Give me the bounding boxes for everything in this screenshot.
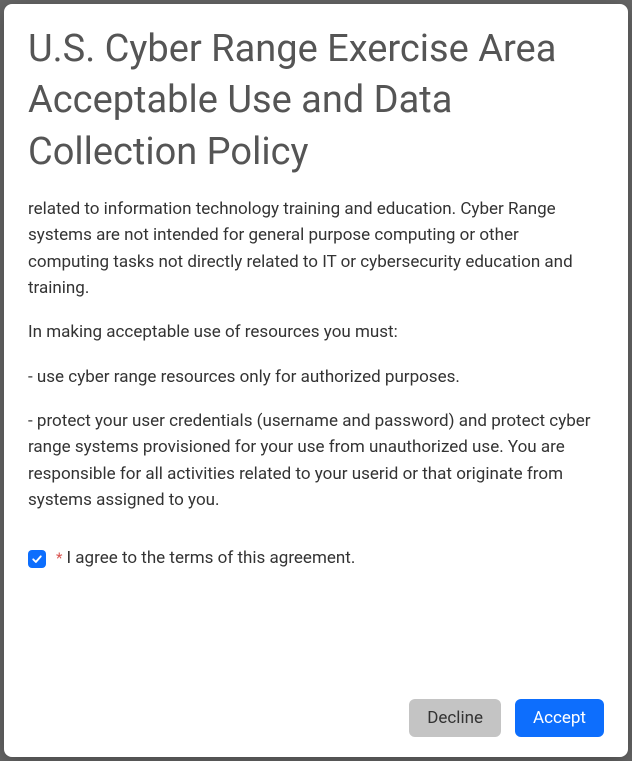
modal-title: U.S. Cyber Range Exercise Area Acceptabl… (28, 24, 604, 178)
accept-button[interactable]: Accept (515, 699, 604, 737)
policy-paragraph: related to information technology traini… (28, 196, 596, 301)
policy-modal: U.S. Cyber Range Exercise Area Acceptabl… (4, 4, 628, 757)
policy-paragraph: - protect your user credentials (usernam… (28, 408, 596, 513)
agreement-row: * I agree to the terms of this agreement… (28, 545, 596, 571)
policy-paragraph: - use cyber range resources only for aut… (28, 364, 596, 390)
required-marker: * (56, 547, 62, 570)
agreement-label: I agree to the terms of this agreement. (66, 545, 355, 571)
modal-body-scroll[interactable]: related to information technology traini… (28, 196, 604, 681)
modal-footer: Decline Accept (28, 699, 604, 737)
agreement-checkbox[interactable] (28, 550, 46, 568)
checkmark-icon (31, 553, 43, 565)
policy-paragraph: In making acceptable use of resources yo… (28, 319, 596, 345)
decline-button[interactable]: Decline (409, 699, 501, 737)
